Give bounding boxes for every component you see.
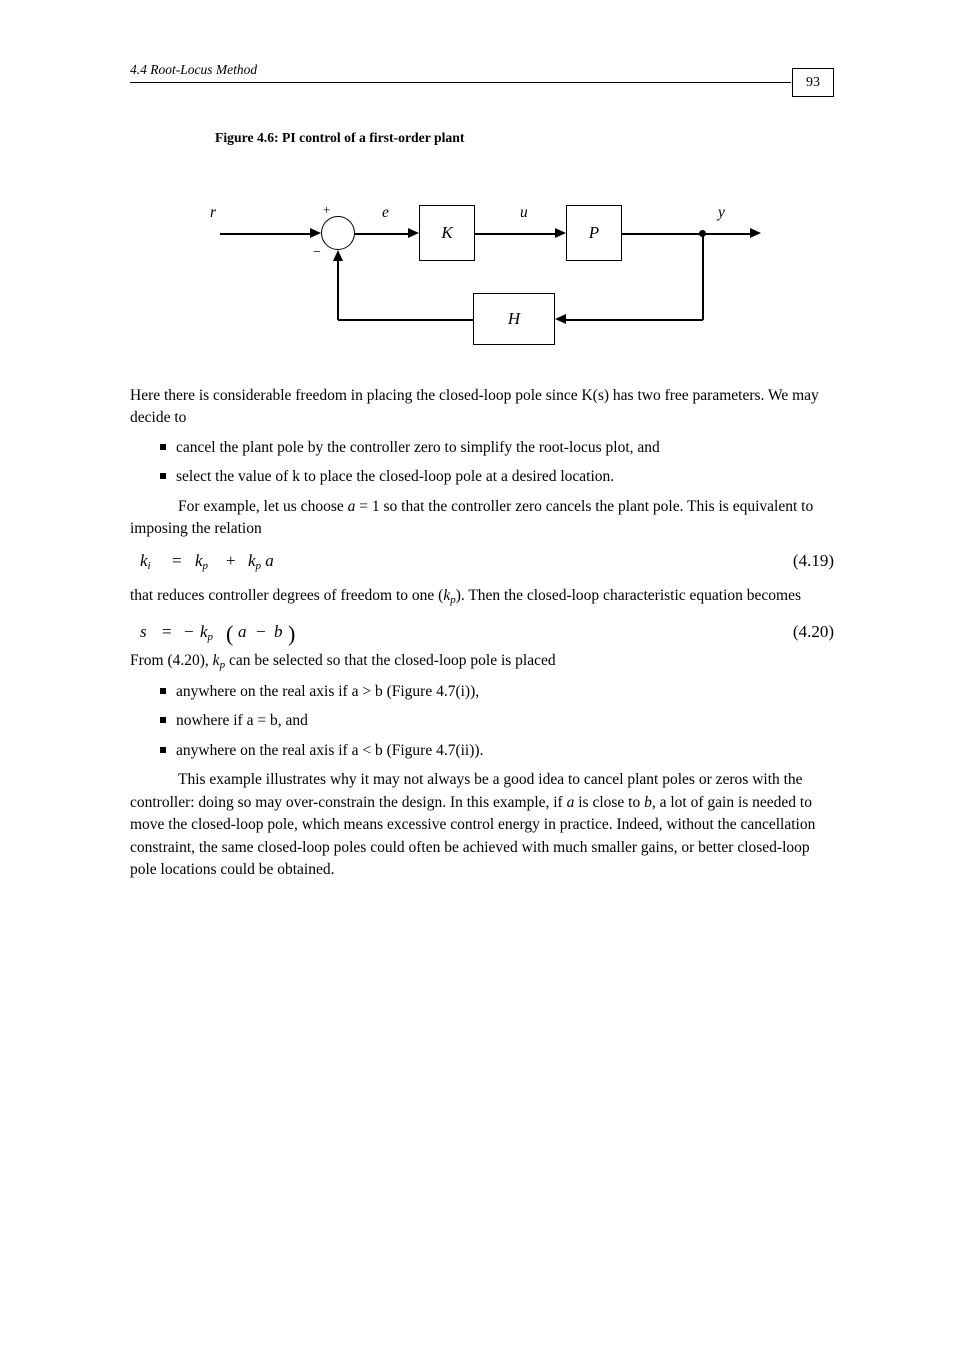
eq-number: (4.20) (793, 620, 834, 645)
bullet-1a: cancel the plant pole by the controller … (130, 437, 834, 459)
bullet-icon (160, 747, 166, 753)
block-K: K (419, 205, 475, 261)
running-header: 4.4 Root-Locus Method 93 (130, 60, 834, 84)
label-u: u (520, 204, 528, 222)
para-1: Here there is considerable freedom in pl… (130, 385, 834, 430)
arrowhead-to-H (555, 314, 566, 324)
bullet-icon (160, 688, 166, 694)
equation-4-19: ki = kp + kp a (4.19) (130, 549, 834, 577)
header-rule (130, 82, 791, 83)
sign-minus: − (313, 245, 321, 261)
para-5: This example illustrates why it may not … (130, 769, 834, 881)
eq-number: (4.19) (793, 549, 834, 574)
bullet-icon (160, 444, 166, 450)
sign-plus: + (323, 202, 330, 218)
arrowhead-sum-to-K (408, 228, 419, 238)
label-y: y (718, 204, 725, 222)
page-number: 93 (806, 75, 820, 91)
bullet-2a: anywhere on the real axis if a > b (Figu… (130, 681, 834, 703)
arrow-H-to-sum-v (337, 260, 339, 320)
label-e: e (382, 204, 389, 222)
arrow-K-to-P (475, 233, 557, 235)
arrow-P-to-y (622, 233, 752, 235)
label-r: r (210, 204, 216, 222)
bullet-1b: select the value of k to place the close… (130, 466, 834, 488)
arrow-sum-to-K (355, 233, 410, 235)
branch-node (699, 230, 706, 237)
feedback-vline-right (702, 233, 704, 320)
para-2: For example, let us choose a = 1 so that… (130, 496, 834, 541)
arrow-to-H (565, 319, 703, 321)
arrowhead-P-to-y (750, 228, 761, 238)
arrow-H-to-sum-h (338, 319, 474, 321)
summing-junction (321, 216, 355, 250)
block-K-label: K (441, 223, 452, 243)
arrow-r-to-sum (220, 233, 312, 235)
equation-4-20: s = − kp ( a − b ) (4.20) (130, 616, 834, 648)
block-P: P (566, 205, 622, 261)
bullet-icon (160, 717, 166, 723)
block-H-label: H (508, 309, 520, 329)
block-P-label: P (589, 223, 599, 243)
header-text: 4.4 Root-Locus Method (130, 62, 257, 78)
arrowhead-r-to-sum (310, 228, 321, 238)
page-number-box: 93 (792, 68, 834, 97)
bullet-2b: nowhere if a = b, and (130, 710, 834, 732)
figure-4-6: Figure 4.6: PI control of a first-order … (145, 130, 765, 355)
block-diagram: r + − e K u P y (195, 190, 815, 355)
body-text: Here there is considerable freedom in pl… (130, 385, 834, 888)
arrowhead-H-to-sum (333, 250, 343, 261)
bullet-icon (160, 473, 166, 479)
figure-caption: Figure 4.6: PI control of a first-order … (215, 130, 464, 146)
para-4: From (4.20), kp can be selected so that … (130, 650, 834, 674)
para-3: that reduces controller degrees of freed… (130, 585, 834, 609)
arrowhead-K-to-P (555, 228, 566, 238)
bullet-2c: anywhere on the real axis if a < b (Figu… (130, 740, 834, 762)
block-H: H (473, 293, 555, 345)
